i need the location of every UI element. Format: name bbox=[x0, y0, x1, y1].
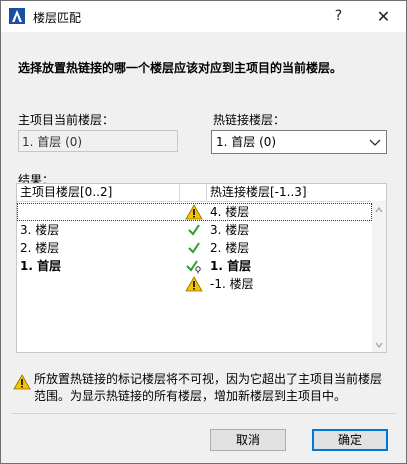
vertical-scrollbar[interactable] bbox=[372, 201, 386, 352]
column-divider bbox=[179, 184, 180, 201]
chevron-down-icon bbox=[369, 139, 381, 146]
help-button[interactable]: ? bbox=[316, 1, 361, 32]
hotlink-story-cell: 3. 楼层 bbox=[210, 223, 250, 237]
divider bbox=[11, 413, 396, 414]
cancel-button[interactable]: 取消 bbox=[210, 429, 286, 451]
instruction-text: 选择放置热链接的哪一个楼层应该对应到主项目的当前楼层。 bbox=[18, 61, 343, 75]
scroll-up-icon[interactable] bbox=[374, 205, 384, 215]
archicad-app-icon bbox=[9, 8, 25, 24]
table-row[interactable]: 2. 楼层 2. 楼层 bbox=[17, 239, 372, 257]
hotlink-story-cell: 1. 首层 bbox=[210, 259, 252, 273]
results-table: 主项目楼层[0..2] 热连接楼层[-1..3] 4. 楼层 3. 楼层 3. … bbox=[16, 183, 387, 353]
table-row[interactable]: 4. 楼层 bbox=[17, 203, 372, 221]
table-row[interactable]: -1. 楼层 bbox=[17, 275, 372, 293]
col-header-hotlink[interactable]: 热连接楼层[-1..3] bbox=[210, 185, 307, 200]
hotlink-story-cell: 2. 楼层 bbox=[210, 241, 250, 255]
story-match-dialog: 楼层匹配 ? ✕ 选择放置热链接的哪一个楼层应该对应到主项目的当前楼层。 主项目… bbox=[0, 0, 407, 464]
host-story-field: 1. 首层 (0) bbox=[18, 130, 178, 152]
check-icon bbox=[188, 242, 200, 254]
hotlink-story-value: 1. 首层 (0) bbox=[216, 135, 277, 149]
hotlink-story-label: 热链接楼层： bbox=[213, 113, 286, 127]
host-story-cell: 3. 楼层 bbox=[20, 223, 60, 237]
window-title: 楼层匹配 bbox=[33, 11, 82, 25]
table-row[interactable]: 3. 楼层 3. 楼层 bbox=[17, 221, 372, 239]
col-header-host[interactable]: 主项目楼层[0..2] bbox=[20, 185, 112, 200]
host-story-cell: 1. 首层 bbox=[20, 259, 62, 273]
close-button[interactable]: ✕ bbox=[361, 1, 406, 32]
host-story-cell: 2. 楼层 bbox=[20, 241, 60, 255]
host-story-label: 主项目当前楼层： bbox=[18, 113, 115, 127]
ok-button[interactable]: 确定 bbox=[312, 429, 388, 451]
check-icon bbox=[188, 224, 200, 236]
hotlink-story-cell: 4. 楼层 bbox=[210, 205, 250, 219]
table-header: 主项目楼层[0..2] 热连接楼层[-1..3] bbox=[17, 184, 386, 202]
table-row[interactable]: 1. 首层 1. 首层 bbox=[17, 257, 372, 275]
warning-icon bbox=[185, 204, 203, 220]
check-anchor-icon bbox=[186, 260, 201, 274]
warning-icon bbox=[185, 276, 203, 292]
hotlink-story-select[interactable]: 1. 首层 (0) bbox=[211, 130, 387, 154]
hotlink-story-cell: -1. 楼层 bbox=[210, 277, 254, 291]
warning-icon bbox=[13, 374, 31, 390]
warning-text: 所放置热链接的标记楼层将不可视，因为它超出了主项目当前楼层范围。为显示热链接的所… bbox=[34, 372, 383, 403]
title-bar: 楼层匹配 ? ✕ bbox=[1, 1, 406, 32]
column-divider bbox=[206, 184, 207, 201]
scroll-down-icon[interactable] bbox=[374, 340, 384, 350]
